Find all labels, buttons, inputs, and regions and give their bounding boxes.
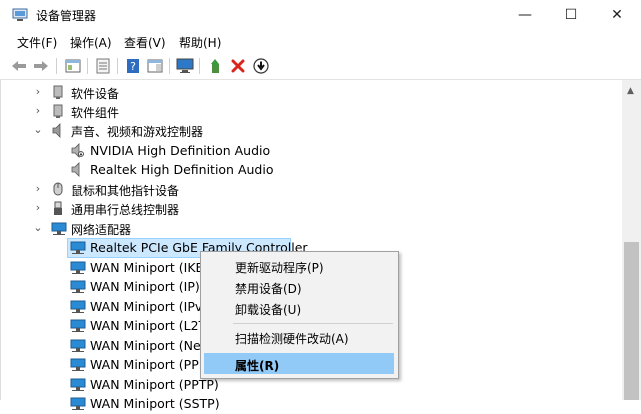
show-hide-tree-icon[interactable] [63, 56, 83, 76]
vertical-scrollbar[interactable]: ▲ [622, 80, 641, 400]
window-title: 设备管理器 [36, 9, 97, 23]
menu-item-label: 扫描检测硬件改动(A) [235, 332, 349, 346]
minimize-button[interactable]: — [502, 0, 548, 30]
tree-item-label: WAN Miniport (PPTP) [90, 377, 219, 392]
tree-item-label: 软件设备 [71, 87, 120, 101]
network-adapter-icon [70, 240, 86, 255]
menu-view[interactable]: 查看(V) [124, 34, 166, 51]
scan-hardware-menu-item[interactable]: 扫描检测硬件改动(A) [204, 326, 394, 347]
tree-item[interactable]: › 软件组件 [1, 102, 623, 121]
network-adapter-icon [70, 338, 86, 353]
menu-help[interactable]: 帮助(H) [179, 34, 221, 51]
expand-chevron-icon[interactable]: › [32, 182, 44, 196]
tree-item-label: 鼠标和其他指针设备 [71, 184, 180, 198]
expand-chevron-icon[interactable]: › [32, 201, 44, 215]
network-adapter-icon [70, 279, 86, 294]
monitor-icon[interactable] [175, 56, 195, 76]
toolbar-separator [117, 58, 118, 74]
menu-item-label: 属性(R) [235, 359, 280, 373]
tree-item-label: WAN Miniport (SSTP) [90, 396, 220, 411]
menu-separator [233, 323, 393, 324]
tree-item[interactable]: ⌄ 声音、视频和游戏控制器 [1, 121, 623, 140]
audio-device-icon [70, 162, 86, 177]
tree-item[interactable]: WAN Miniport (SSTP) [1, 394, 623, 413]
network-adapter-icon [70, 318, 86, 333]
toolbar: ? [0, 53, 641, 80]
tree-item-label: NVIDIA High Definition Audio [90, 143, 271, 158]
network-adapter-icon [70, 299, 86, 314]
properties-icon[interactable] [93, 56, 113, 76]
expand-chevron-icon[interactable]: › [32, 104, 44, 118]
software-component-icon [51, 104, 67, 119]
collapse-chevron-icon[interactable]: ⌄ [32, 123, 44, 137]
maximize-button[interactable]: ☐ [548, 0, 594, 30]
tree-item-label: WAN Miniport (IPv6) [90, 299, 216, 314]
disable-icon[interactable] [251, 56, 271, 76]
scrollbar-thumb[interactable] [624, 242, 639, 400]
disable-device-menu-item[interactable]: 禁用设备(D) [204, 276, 394, 297]
menu-file[interactable]: 文件(F) [17, 34, 57, 51]
scroll-up-arrow-icon[interactable]: ▲ [627, 86, 634, 96]
network-adapter-icon [70, 357, 86, 372]
toolbar-separator [87, 58, 88, 74]
usb-icon [51, 201, 67, 216]
toolbar-separator [56, 58, 57, 74]
action-pane-icon[interactable] [145, 56, 165, 76]
collapse-chevron-icon[interactable]: ⌄ [32, 221, 44, 235]
tree-item[interactable]: NVIDIA High Definition Audio [1, 141, 623, 160]
uninstall-icon[interactable] [228, 56, 248, 76]
tree-item-label: WAN Miniport (IP) [90, 279, 200, 294]
close-button[interactable]: ✕ [594, 0, 640, 30]
mouse-icon [51, 182, 67, 197]
tree-item-label: 通用串行总线控制器 [71, 203, 180, 217]
properties-menu-item[interactable]: 属性(R) [204, 353, 394, 374]
expand-chevron-icon[interactable]: › [32, 85, 44, 99]
uninstall-device-menu-item[interactable]: 卸载设备(U) [204, 297, 394, 318]
menu-item-label: 禁用设备(D) [235, 282, 302, 296]
device-manager-app-icon [12, 8, 28, 22]
title-bar: 设备管理器 — ☐ ✕ [0, 0, 641, 30]
tree-item[interactable]: Realtek High Definition Audio [1, 160, 623, 179]
toolbar-separator [199, 58, 200, 74]
tree-item[interactable]: › 鼠标和其他指针设备 [1, 180, 623, 199]
software-device-icon [51, 85, 67, 100]
network-adapter-icon [70, 377, 86, 392]
toolbar-separator [169, 58, 170, 74]
tree-item-label: 网络适配器 [71, 223, 132, 237]
audio-device-icon [70, 143, 86, 158]
help-icon[interactable]: ? [123, 56, 143, 76]
menu-action[interactable]: 操作(A) [70, 34, 112, 51]
menu-item-label: 卸载设备(U) [235, 303, 302, 317]
network-adapter-icon [70, 260, 86, 275]
network-icon [51, 221, 67, 236]
update-driver-menu-item[interactable]: 更新驱动程序(P) [204, 255, 394, 276]
back-icon[interactable] [9, 56, 29, 76]
tree-item-label: 声音、视频和游戏控制器 [71, 125, 204, 139]
menu-item-label: 更新驱动程序(P) [235, 261, 324, 275]
tree-item[interactable]: ⌄ 网络适配器 [1, 219, 623, 238]
network-adapter-icon [70, 396, 86, 411]
forward-icon[interactable] [31, 56, 51, 76]
tree-item-label: Realtek High Definition Audio [90, 162, 274, 177]
update-driver-icon[interactable] [205, 56, 225, 76]
menu-bar: 文件(F) 操作(A) 查看(V) 帮助(H) [0, 30, 641, 52]
tree-item[interactable]: › 通用串行总线控制器 [1, 199, 623, 218]
tree-item-label: 软件组件 [71, 106, 120, 120]
tree-item[interactable]: › 软件设备 [1, 83, 623, 102]
speaker-icon [51, 123, 67, 138]
svg-text:?: ? [130, 60, 136, 73]
context-menu: 更新驱动程序(P) 禁用设备(D) 卸载设备(U) 扫描检测硬件改动(A) 属性… [200, 251, 399, 379]
